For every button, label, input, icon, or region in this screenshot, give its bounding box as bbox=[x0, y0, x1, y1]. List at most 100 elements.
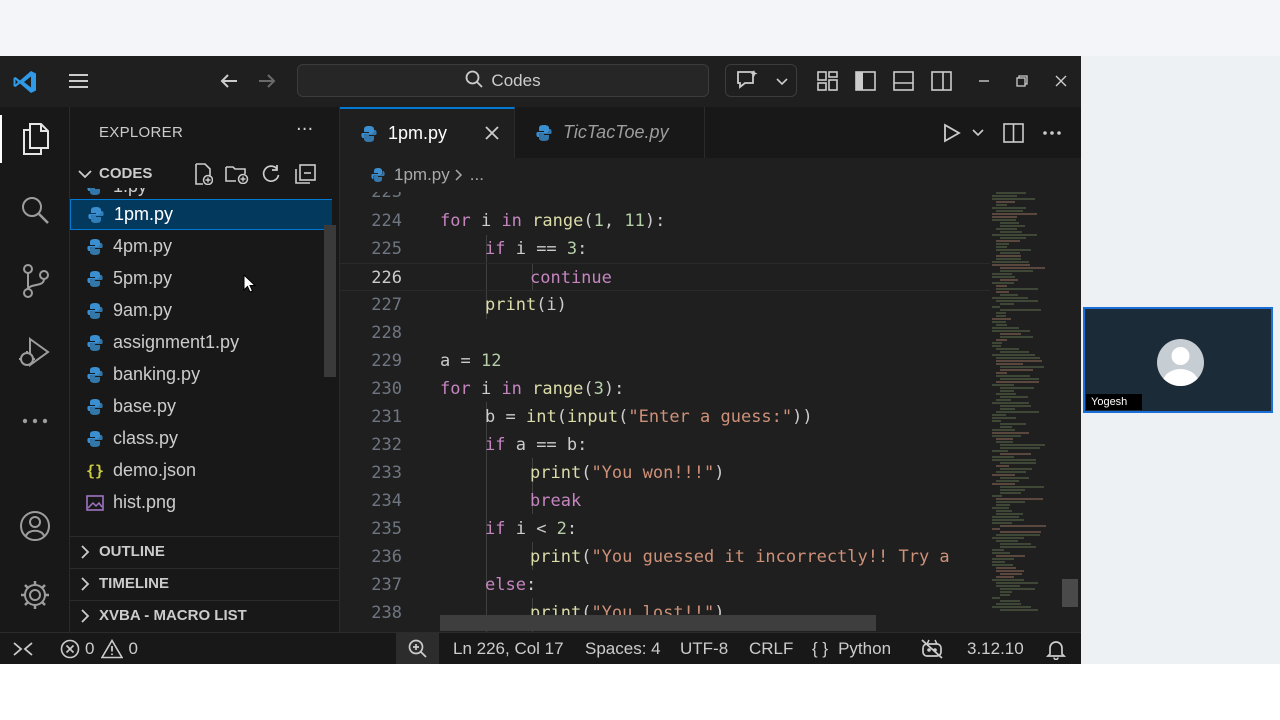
new-folder-icon[interactable] bbox=[225, 162, 249, 186]
minimap-line bbox=[992, 549, 1004, 551]
source-control-icon[interactable] bbox=[0, 257, 70, 305]
language-mode[interactable]: { } Python bbox=[812, 633, 891, 664]
minimap-line bbox=[996, 300, 1038, 302]
minimap-line bbox=[1000, 378, 1039, 380]
minimap-line bbox=[996, 192, 1026, 194]
explorer-icon[interactable] bbox=[0, 115, 70, 163]
code-line: 233 print("You won!!!") bbox=[371, 463, 725, 483]
minimap-line bbox=[992, 435, 1021, 437]
minimap-line bbox=[996, 204, 1007, 206]
file-item-4pm[interactable]: 4pm.py bbox=[70, 231, 332, 262]
status-bar: 0 0 Ln 226, Col 17 Spaces: 4 UTF-8 CRLF … bbox=[0, 632, 1081, 664]
split-editor-icon[interactable] bbox=[995, 122, 1033, 143]
python-icon bbox=[87, 206, 105, 224]
python-version[interactable]: 3.12.10 bbox=[967, 633, 1024, 664]
zoom-icon[interactable] bbox=[396, 633, 439, 664]
tab-tictactoe[interactable]: TicTacToe.py bbox=[515, 107, 705, 158]
minimap-line bbox=[1000, 333, 1021, 335]
timeline-section[interactable]: TIMELINE bbox=[70, 568, 339, 598]
file-item-banking[interactable]: banking.py bbox=[70, 359, 332, 390]
minimap-line bbox=[992, 207, 1026, 209]
forward-arrow-icon[interactable] bbox=[254, 69, 280, 93]
more-views-icon[interactable] bbox=[0, 397, 70, 445]
close-tab-icon[interactable] bbox=[484, 125, 500, 145]
file-name: base.py bbox=[113, 396, 177, 416]
editor-vertical-scrollbar[interactable] bbox=[1062, 579, 1078, 607]
toggle-panel-icon[interactable] bbox=[891, 69, 917, 93]
editor-tabs: 1pm.py TicTacToe.py bbox=[340, 107, 1081, 158]
indentation[interactable]: Spaces: 4 bbox=[585, 633, 661, 664]
minimap-line bbox=[992, 474, 1015, 476]
participant-video-tile[interactable]: Yogesh bbox=[1083, 307, 1273, 413]
minimap-line bbox=[1000, 477, 1029, 479]
title-bar: Codes bbox=[0, 56, 1081, 107]
search-view-icon[interactable] bbox=[0, 186, 70, 234]
minimap-line bbox=[996, 375, 1030, 377]
close-window-icon[interactable] bbox=[1050, 69, 1072, 93]
run-icon[interactable] bbox=[933, 122, 971, 143]
minimap-line bbox=[992, 213, 1037, 215]
python-icon bbox=[86, 366, 104, 384]
accounts-icon[interactable] bbox=[0, 502, 70, 550]
minimap-line bbox=[996, 480, 1019, 482]
minimap-line bbox=[992, 432, 1029, 434]
breadcrumb-symbols[interactable]: ... bbox=[470, 165, 484, 185]
new-file-icon[interactable] bbox=[191, 162, 215, 186]
copilot-button[interactable] bbox=[725, 64, 797, 97]
code-line-current: 226 continue bbox=[340, 263, 990, 291]
explorer-more-actions[interactable]: ··· bbox=[296, 119, 313, 140]
command-center-search[interactable]: Codes bbox=[297, 64, 709, 97]
minimap-line bbox=[996, 567, 1016, 569]
remote-icon[interactable] bbox=[12, 633, 34, 664]
json-icon: {} bbox=[85, 461, 105, 480]
toggle-secondary-sidebar-icon[interactable] bbox=[929, 69, 955, 93]
participant-name: Yogesh bbox=[1086, 394, 1142, 410]
encoding[interactable]: UTF-8 bbox=[680, 633, 728, 664]
refresh-icon[interactable] bbox=[259, 162, 283, 186]
cursor-position[interactable]: Ln 226, Col 17 bbox=[453, 633, 564, 664]
restore-icon[interactable] bbox=[1011, 69, 1033, 93]
customize-layout-icon[interactable] bbox=[815, 69, 841, 93]
minimap[interactable] bbox=[992, 192, 1064, 632]
file-item-demo-json[interactable]: {} demo.json bbox=[70, 455, 332, 486]
file-item-base[interactable]: base.py bbox=[70, 391, 332, 422]
folder-header-codes[interactable]: CODES bbox=[70, 162, 339, 188]
minimap-line bbox=[1000, 408, 1015, 410]
language-label: Python bbox=[838, 638, 892, 658]
breadcrumb-file[interactable]: 1pm.py bbox=[394, 165, 450, 185]
code-line: 234 break bbox=[371, 491, 582, 511]
manage-gear-icon[interactable] bbox=[0, 571, 70, 619]
file-item-assignment1[interactable]: assignment1.py bbox=[70, 327, 332, 358]
editor-actions bbox=[933, 107, 1081, 158]
editor-horizontal-scrollbar[interactable] bbox=[440, 615, 876, 631]
python-icon bbox=[86, 238, 104, 256]
minimap-line bbox=[1000, 609, 1038, 611]
back-arrow-icon[interactable] bbox=[216, 69, 242, 93]
end-of-line[interactable]: CRLF bbox=[749, 633, 793, 664]
notifications-bell-icon[interactable] bbox=[1046, 633, 1066, 664]
collapse-all-icon[interactable] bbox=[294, 162, 318, 186]
file-item-1pm[interactable]: 1pm.py bbox=[70, 199, 332, 230]
outline-section[interactable]: OUTLINE bbox=[70, 536, 339, 566]
xvba-macro-list-section[interactable]: XVBA - MACRO LIST bbox=[70, 600, 339, 630]
toggle-primary-sidebar-icon[interactable] bbox=[853, 69, 879, 93]
minimize-icon[interactable] bbox=[973, 69, 995, 93]
sidebar-scrollbar[interactable] bbox=[324, 225, 336, 377]
code-line: 228 bbox=[371, 323, 402, 343]
code-editor[interactable]: 223 224 for i in range(1, 11): 225 if i … bbox=[340, 192, 990, 632]
run-debug-icon[interactable] bbox=[0, 328, 70, 376]
minimap-line bbox=[992, 318, 1011, 320]
chevron-down-icon[interactable] bbox=[971, 128, 985, 137]
file-item-class[interactable]: class.py bbox=[70, 423, 332, 454]
file-item-5pm[interactable]: 5pm.py bbox=[70, 263, 332, 294]
minimap-line bbox=[996, 255, 1021, 257]
python-icon bbox=[360, 125, 378, 143]
file-item-9am[interactable]: 9am.py bbox=[70, 295, 332, 326]
menu-icon[interactable] bbox=[66, 69, 92, 93]
minimap-line bbox=[992, 282, 1014, 284]
more-actions-icon[interactable] bbox=[1033, 130, 1071, 135]
tab-1pm[interactable]: 1pm.py bbox=[340, 107, 515, 158]
copilot-disabled-icon[interactable] bbox=[920, 633, 944, 664]
file-item-hist-png[interactable]: hist.png bbox=[70, 487, 332, 518]
problems-indicator[interactable]: 0 0 bbox=[60, 633, 138, 664]
